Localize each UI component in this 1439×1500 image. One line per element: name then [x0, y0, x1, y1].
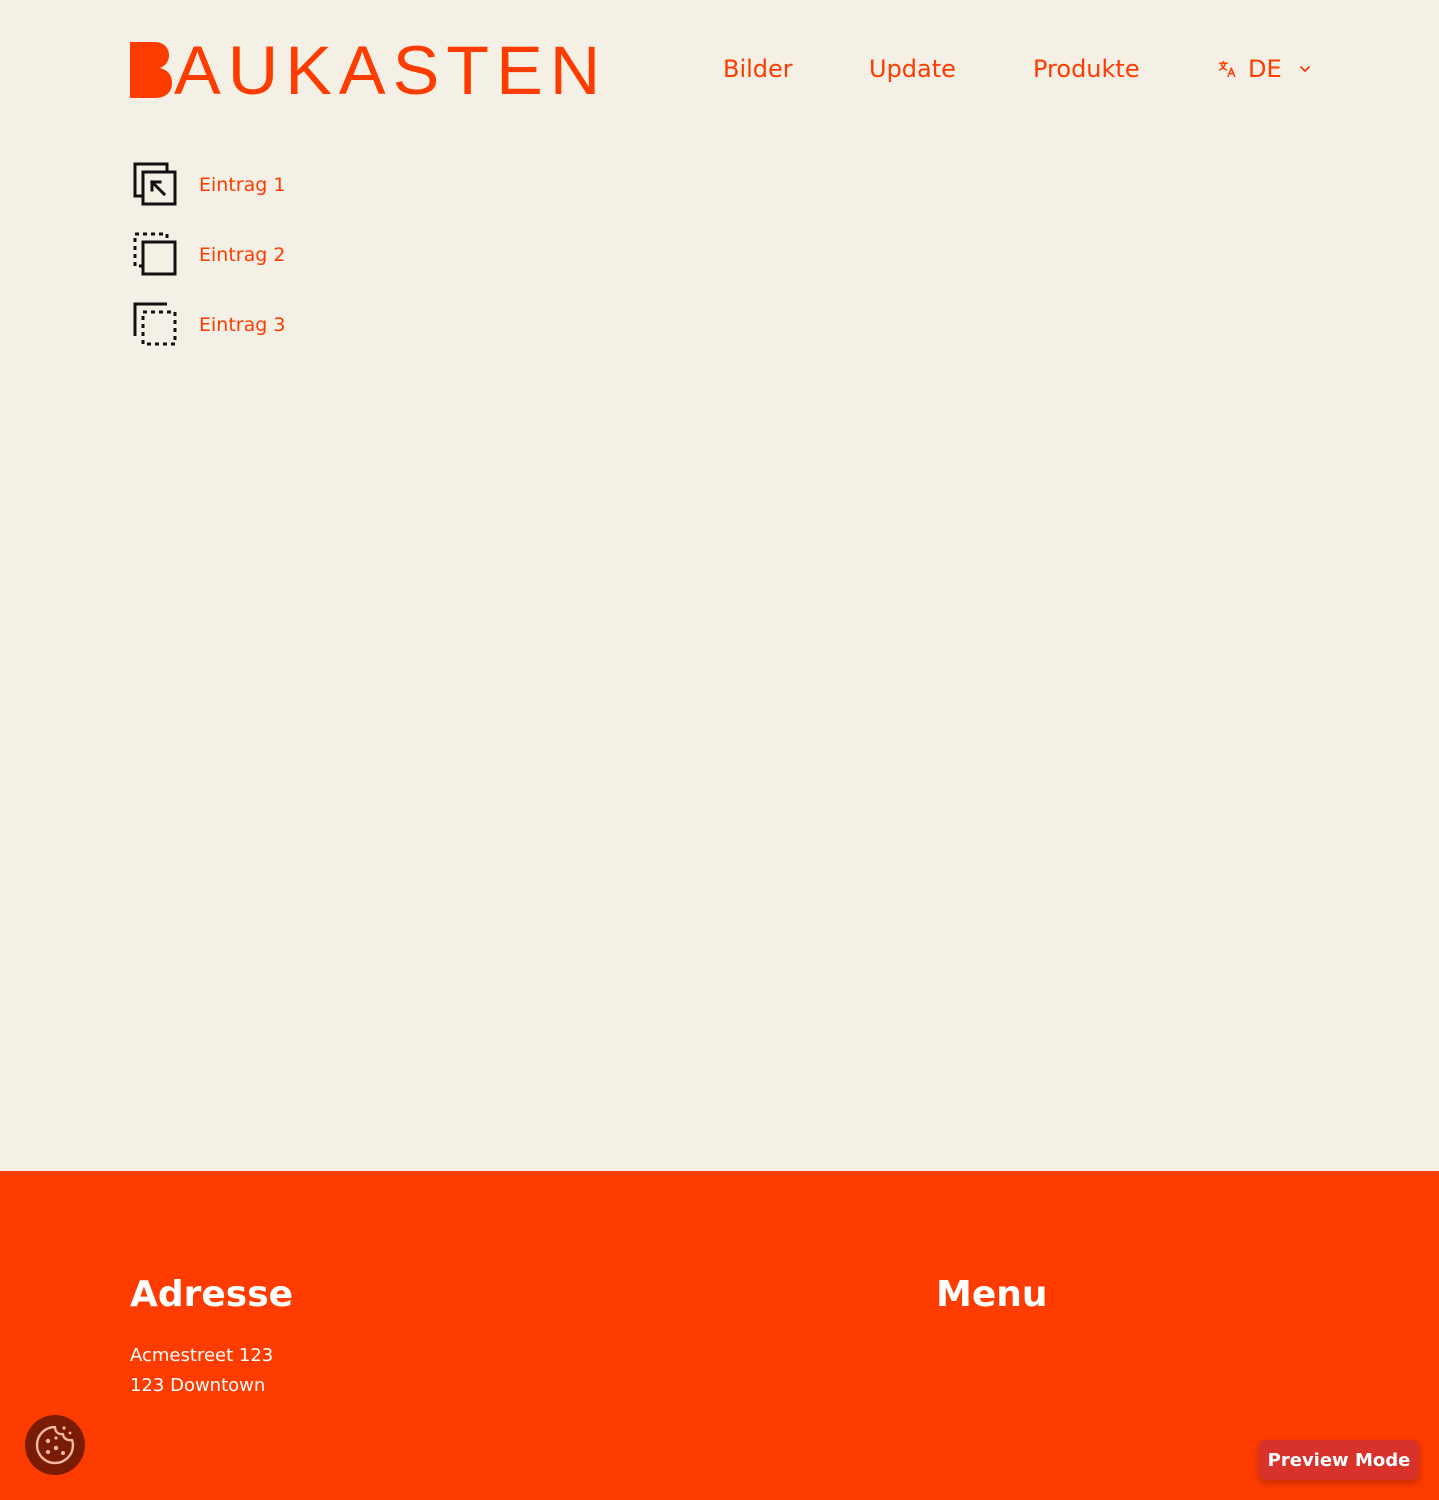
list-item-label: Eintrag 1 [199, 174, 286, 196]
list-item-eintrag-2[interactable]: Eintrag 2 [130, 230, 285, 280]
cookie-icon [35, 1425, 75, 1465]
list-item-eintrag-3[interactable]: Eintrag 3 [130, 300, 285, 350]
logo-wordmark: AUKASTEN [174, 32, 608, 109]
dashed-select-icon [133, 302, 177, 346]
language-switcher[interactable]: DE [1218, 52, 1312, 86]
preview-mode-button[interactable]: Preview Mode [1259, 1440, 1419, 1480]
brand-logo[interactable]: AUKASTEN [130, 32, 608, 109]
entry-list: Eintrag 1 Eintrag 2 Eintrag 3 [130, 160, 285, 370]
dashed-copy-icon [133, 232, 177, 276]
nav-link-update[interactable]: Update [869, 52, 956, 86]
address-block: Acmestreet 123 123 Downtown [130, 1341, 273, 1401]
nav-link-bilder[interactable]: Bilder [723, 52, 793, 86]
external-link-square-icon [133, 162, 177, 206]
address-heading: Adresse [130, 1274, 294, 1315]
cookie-settings-button[interactable] [25, 1415, 85, 1475]
address-line-1: Acmestreet 123 [130, 1345, 274, 1366]
address-line-2: 123 Downtown [130, 1375, 266, 1396]
site-footer: Adresse Acmestreet 123 123 Downtown Menu [0, 1171, 1439, 1500]
site-header: AUKASTEN Bilder Update Produkte DE [0, 0, 1439, 140]
list-item-label: Eintrag 2 [199, 244, 286, 266]
translate-icon [1218, 60, 1236, 78]
language-code: DE [1248, 55, 1282, 83]
list-item-label: Eintrag 3 [199, 314, 286, 336]
menu-heading: Menu [936, 1274, 1048, 1315]
nav-link-produkte[interactable]: Produkte [1033, 52, 1140, 86]
logo-initial-b [130, 42, 172, 98]
chevron-down-icon [1299, 66, 1310, 72]
list-item-eintrag-1[interactable]: Eintrag 1 [130, 160, 285, 210]
